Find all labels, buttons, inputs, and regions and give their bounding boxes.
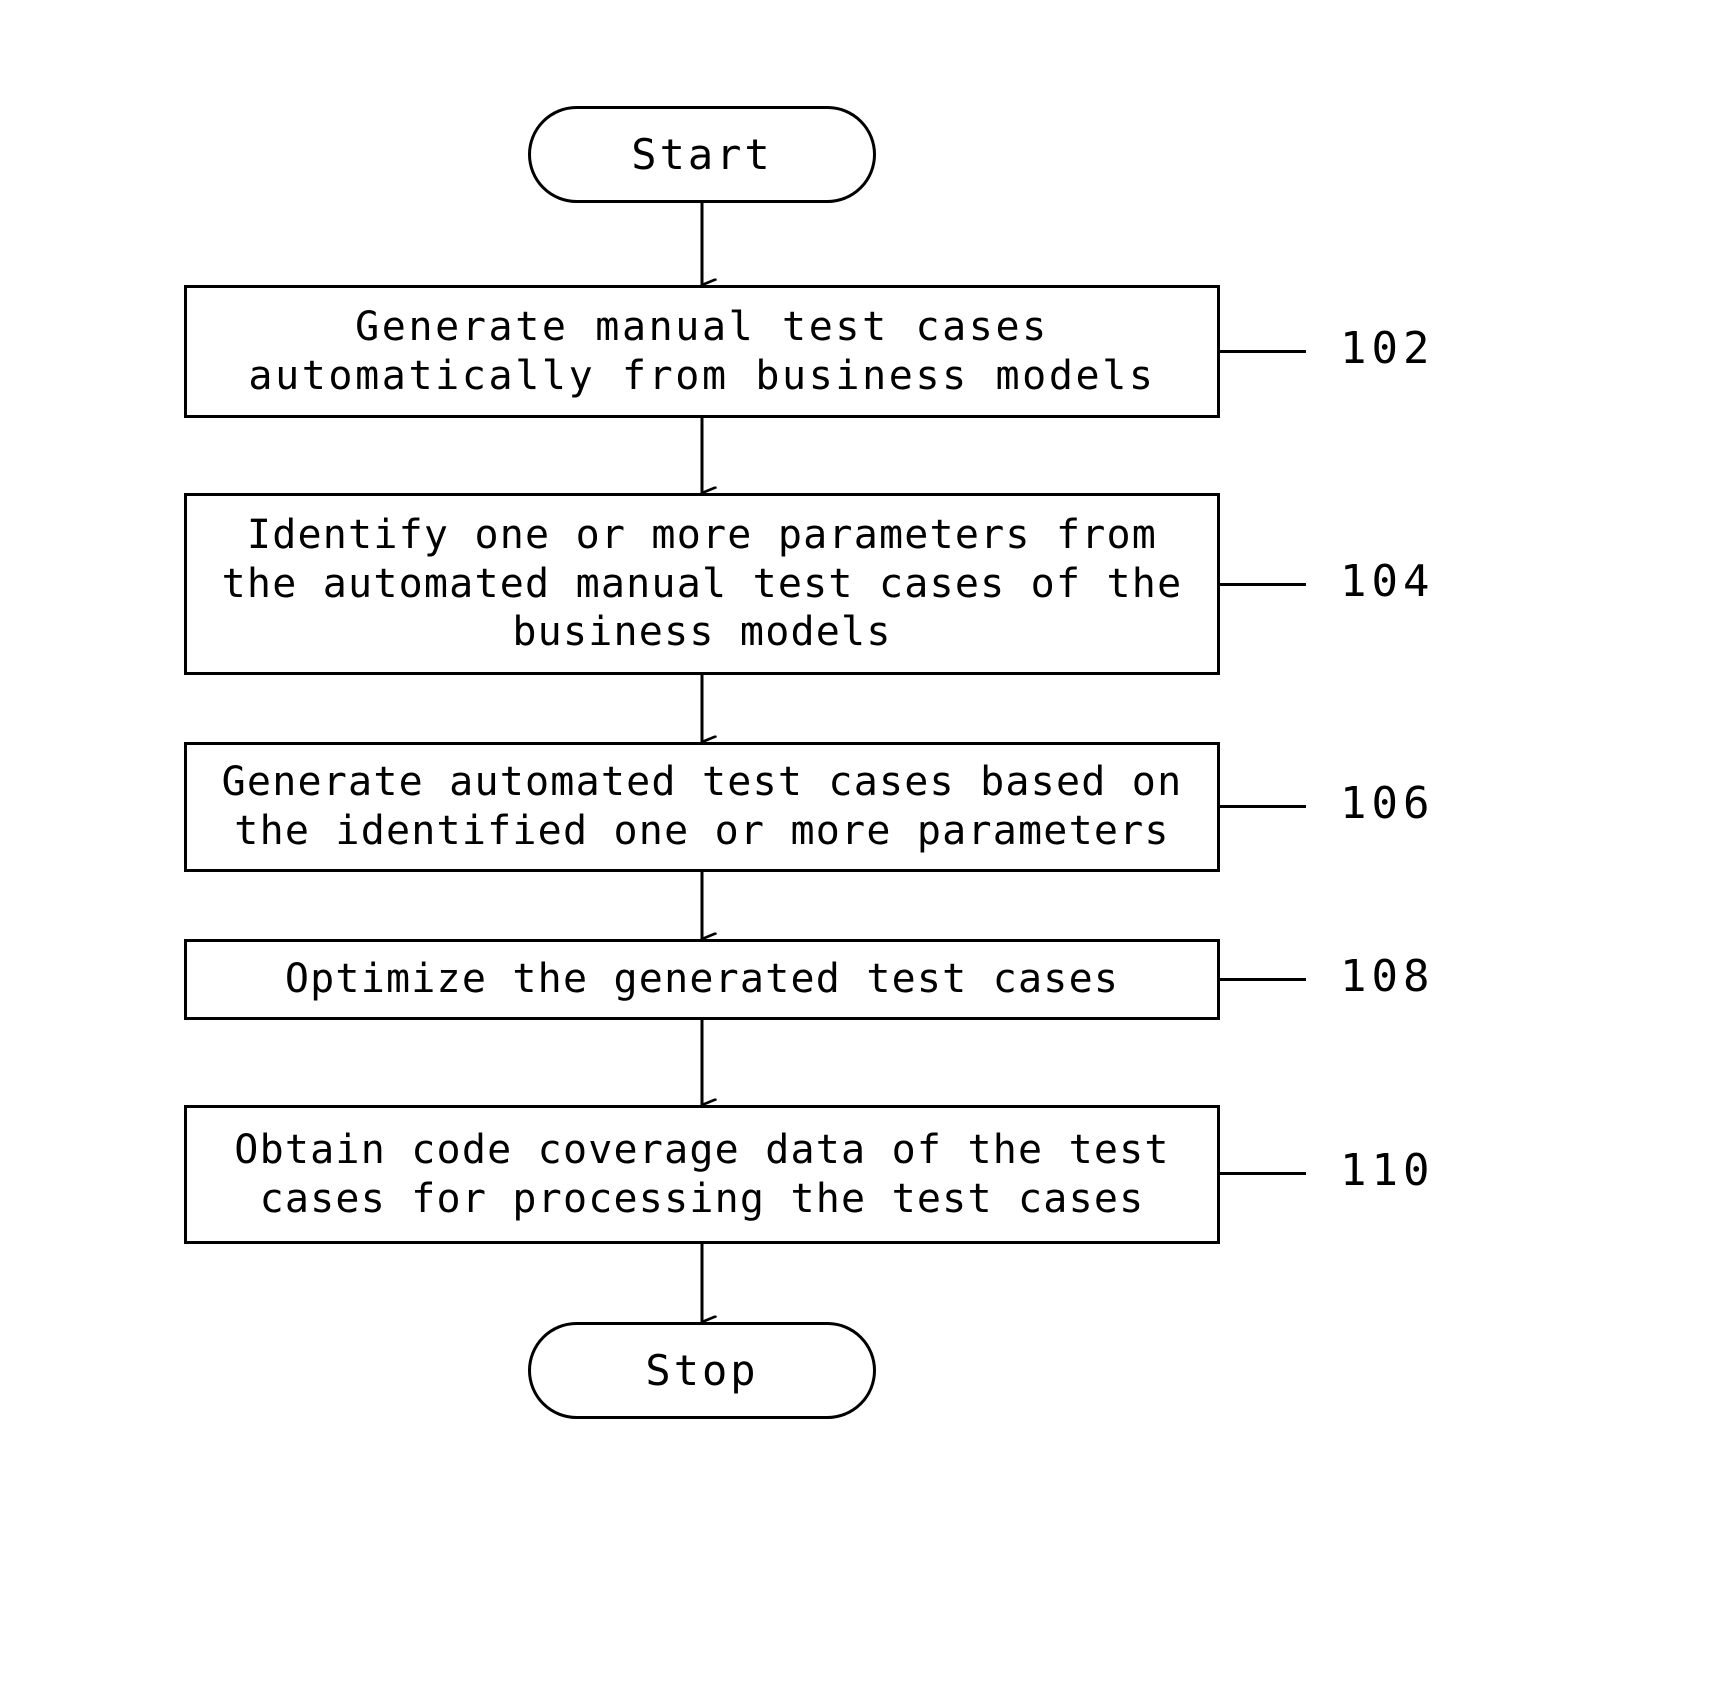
leader-line-106 [1220, 805, 1306, 808]
leader-line-102 [1220, 350, 1306, 353]
node-stop-label: Stop [645, 1345, 759, 1395]
ref-number-110: 110 [1340, 1145, 1435, 1196]
node-step-110: Obtain code coverage data of the test ca… [184, 1105, 1220, 1244]
node-step-108: Optimize the generated test cases [184, 939, 1220, 1020]
node-start-label: Start [631, 129, 773, 179]
ref-number-104: 104 [1340, 556, 1435, 607]
leader-line-108 [1220, 978, 1306, 981]
node-step-102: Generate manual test cases automatically… [184, 285, 1220, 418]
ref-number-102: 102 [1340, 323, 1435, 374]
node-step-108-label: Optimize the generated test cases [284, 956, 1120, 1003]
node-start: Start [528, 106, 876, 203]
ref-number-106: 106 [1340, 778, 1435, 829]
node-step-106: Generate automated test cases based on t… [184, 742, 1220, 872]
node-step-106-label: Generate automated test cases based on t… [221, 759, 1183, 854]
figure-canvas: Start Generate manual test cases automat… [0, 0, 1716, 1688]
node-step-110-label: Obtain code coverage data of the test ca… [234, 1126, 1170, 1222]
node-stop: Stop [528, 1322, 876, 1419]
leader-line-104 [1220, 583, 1306, 586]
ref-number-108: 108 [1340, 951, 1435, 1002]
node-step-104: Identify one or more parameters from the… [184, 493, 1220, 675]
node-step-102-label: Generate manual test cases automatically… [248, 303, 1156, 399]
node-step-104-label: Identify one or more parameters from the… [221, 511, 1183, 656]
leader-line-110 [1220, 1172, 1306, 1175]
